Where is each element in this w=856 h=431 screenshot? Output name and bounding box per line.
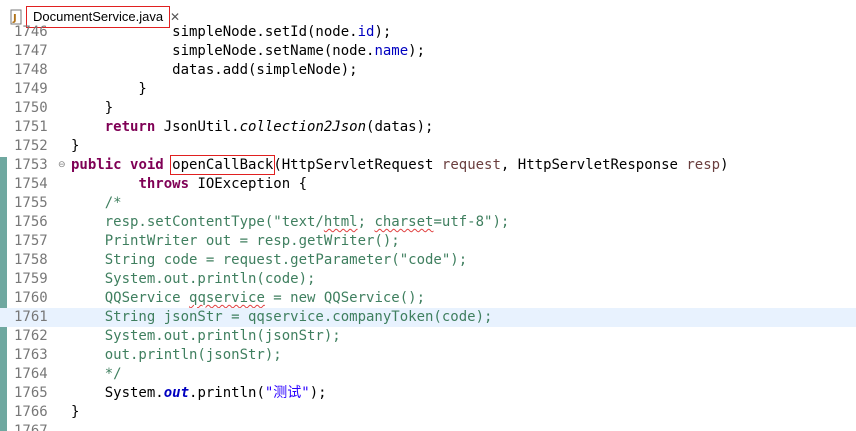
- current-line: 1761 String jsonStr = qqservice.companyT…: [0, 308, 856, 327]
- line-code: System.out.println("测试");: [71, 385, 327, 401]
- line-code: System.out.println(jsonStr);: [71, 328, 341, 344]
- code-line: 1746 simpleNode.setId(node.id);: [0, 24, 856, 42]
- line-code: QQService qqservice = new QQService();: [71, 290, 426, 306]
- method-name-highlight: openCallBack: [170, 155, 276, 175]
- code-line: 1764 */: [0, 365, 856, 384]
- line-number: 1756: [14, 214, 48, 230]
- line-code: public void openCallBack(HttpServletRequ…: [71, 155, 729, 175]
- line-number: 1758: [14, 252, 48, 268]
- line-code: throws IOException {: [138, 176, 308, 192]
- line-code: simpleNode.setId(node.id);: [71, 24, 392, 40]
- line-code: }: [71, 100, 114, 116]
- line-code: }: [71, 404, 80, 420]
- code-line: 1763 out.println(jsonStr);: [0, 346, 856, 365]
- code-line: 1757 PrintWriter out = resp.getWriter();: [0, 232, 856, 251]
- svg-text:J: J: [12, 13, 17, 24]
- code-line: 1766 }: [0, 403, 856, 422]
- line-code: simpleNode.setName(node.name);: [71, 43, 426, 59]
- code-line: 1759 System.out.println(code);: [0, 270, 856, 289]
- line-code: System.out.println(code);: [71, 271, 316, 287]
- line-number: 1762: [14, 328, 48, 344]
- line-number: 1759: [14, 271, 48, 287]
- line-number: 1754: [14, 176, 48, 192]
- code-editor[interactable]: 1746 simpleNode.setId(node.id); 1747 sim…: [0, 24, 856, 431]
- code-line: 1758 String code = request.getParameter(…: [0, 251, 856, 270]
- line-code: PrintWriter out = resp.getWriter();: [71, 233, 400, 249]
- code-line: 1749 }: [0, 80, 856, 99]
- line-number: 1761: [14, 309, 48, 325]
- code-line: 1748 datas.add(simpleNode);: [0, 61, 856, 80]
- code-line: 1760 QQService qqservice = new QQService…: [0, 289, 856, 308]
- line-code: out.println(jsonStr);: [71, 347, 282, 363]
- line-number: 1767: [14, 423, 48, 431]
- java-file-icon: J: [10, 9, 22, 25]
- line-number: 1752: [14, 138, 48, 154]
- line-number: 1751: [14, 119, 48, 135]
- line-number: 1764: [14, 366, 48, 382]
- code-line: 1767: [0, 422, 856, 431]
- line-code: String jsonStr = qqservice.companyToken(…: [71, 309, 493, 325]
- line-code: */: [71, 366, 122, 382]
- line-code: resp.setContentType("text/html; charset=…: [71, 214, 510, 230]
- code-line: 1752 }: [0, 137, 856, 156]
- line-code: return JsonUtil.collection2Json(datas);: [104, 119, 434, 135]
- code-line: 1756 resp.setContentType("text/html; cha…: [0, 213, 856, 232]
- line-number: 1757: [14, 233, 48, 249]
- line-code: }: [71, 81, 147, 97]
- line-number: 1748: [14, 62, 48, 78]
- line-number: 1755: [14, 195, 48, 211]
- code-line: 1755 /*: [0, 194, 856, 213]
- line-code: /*: [71, 195, 122, 211]
- line-number: 1766: [14, 404, 48, 420]
- line-number: 1763: [14, 347, 48, 363]
- code-line: 1762 System.out.println(jsonStr);: [0, 327, 856, 346]
- line-number: 1765: [14, 385, 48, 401]
- line-number: 1750: [14, 100, 48, 116]
- code-line: 1750 }: [0, 99, 856, 118]
- fold-collapse-icon[interactable]: ⊖: [58, 160, 66, 170]
- line-code: String code = request.getParameter("code…: [71, 252, 468, 268]
- code-line: 1765 System.out.println("测试");: [0, 384, 856, 403]
- code-line: 1754 throws IOException {: [0, 175, 856, 194]
- line-number: 1760: [14, 290, 48, 306]
- code-line: 1753 ⊖ public void openCallBack(HttpServ…: [0, 155, 856, 175]
- line-code: datas.add(simpleNode);: [71, 62, 358, 78]
- line-code: }: [71, 138, 80, 154]
- code-line: 1751 return JsonUtil.collection2Json(dat…: [0, 118, 856, 137]
- code-line: 1747 simpleNode.setName(node.name);: [0, 42, 856, 61]
- line-number: 1753: [14, 157, 48, 173]
- line-number: 1746: [14, 24, 48, 40]
- line-number: 1749: [14, 81, 48, 97]
- line-number: 1747: [14, 43, 48, 59]
